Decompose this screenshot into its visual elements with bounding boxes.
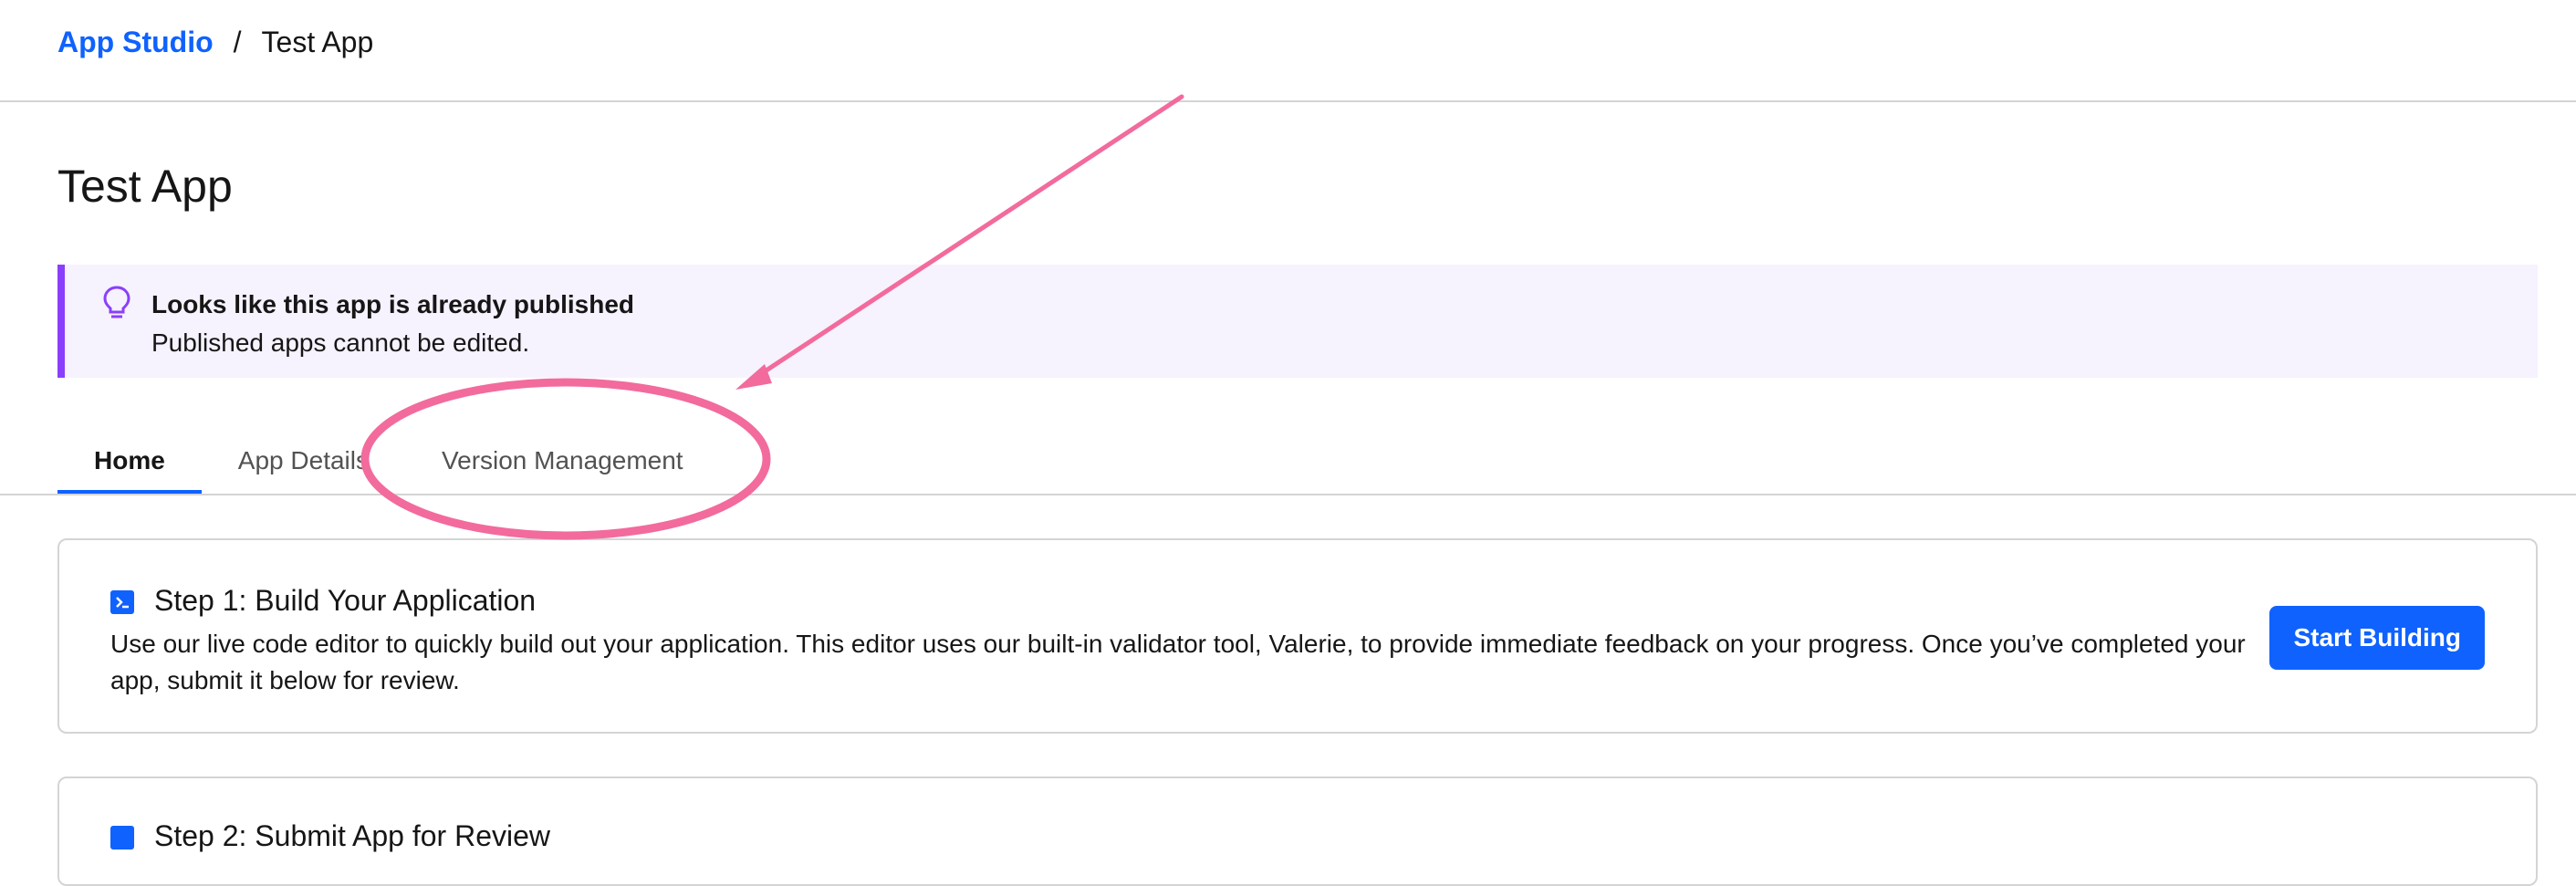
step-1-card: Step 1: Build Your Application Use our l… [57, 538, 2538, 734]
lightbulb-icon [103, 286, 130, 318]
published-notification: Looks like this app is already published… [57, 265, 2538, 378]
terminal-icon [110, 590, 134, 614]
breadcrumb-separator: / [233, 26, 242, 58]
breadcrumb-app-studio-link[interactable]: App Studio [57, 24, 214, 60]
header-divider [0, 100, 2576, 102]
tab-app-details[interactable]: App Details [202, 427, 405, 495]
breadcrumb: App Studio / Test App [57, 24, 373, 60]
page-title: Test App [57, 161, 233, 212]
tab-list: Home App Details Version Management [57, 427, 720, 495]
tab-version-management[interactable]: Version Management [405, 427, 720, 495]
start-building-button[interactable]: Start Building [2269, 606, 2485, 670]
notification-title: Looks like this app is already published [151, 290, 635, 318]
step-2-title: Step 2: Submit App for Review [154, 819, 550, 852]
step-1-description: Use our live code editor to quickly buil… [110, 630, 2246, 694]
step-1-title: Step 1: Build Your Application [154, 584, 537, 617]
upload-icon [110, 826, 134, 850]
breadcrumb-current: Test App [261, 26, 374, 58]
step-2-card: Step 2: Submit App for Review [57, 777, 2538, 886]
notification-text: Published apps cannot be edited. [151, 328, 530, 357]
tab-home[interactable]: Home [57, 427, 202, 495]
tabs-divider [0, 494, 2576, 495]
